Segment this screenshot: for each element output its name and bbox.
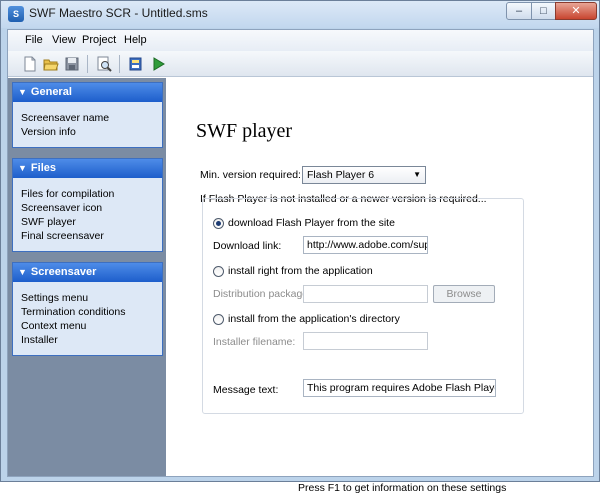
client-area: File View Project Help ▼ General Screens… (7, 29, 594, 494)
message-text-field[interactable]: This program requires Adobe Flash Player… (303, 379, 496, 397)
task-pane: ▼ General Screensaver name Version info ▼… (8, 78, 166, 476)
toolbar (8, 51, 593, 77)
menu-view[interactable]: View (52, 34, 76, 46)
status-text: Press F1 to get information on these set… (298, 482, 507, 494)
title-bar[interactable]: S SWF Maestro SCR - Untitled.sms – □ ✕ (1, 1, 599, 28)
collapse-icon: ▼ (18, 267, 27, 277)
toolbar-separator (119, 55, 120, 73)
sidebar-item-installer[interactable]: Installer (21, 334, 58, 346)
chevron-down-icon: ▼ (413, 170, 421, 179)
min-version-value: Flash Player 6 (307, 169, 375, 181)
min-version-select[interactable]: Flash Player 6 ▼ (302, 166, 426, 184)
menu-bar: File View Project Help (8, 30, 593, 51)
collapse-icon: ▼ (18, 163, 27, 173)
message-text-label: Message text: (213, 384, 279, 396)
download-radio[interactable] (213, 218, 224, 229)
run-icon[interactable] (150, 56, 166, 72)
page-title: SWF player (196, 120, 293, 142)
sidebar-item-files-for-compilation[interactable]: Files for compilation (21, 188, 114, 200)
app-icon: S (8, 6, 24, 22)
install-right-radio[interactable] (213, 266, 224, 277)
close-button[interactable]: ✕ (555, 2, 597, 20)
min-version-label: Min. version required: (200, 169, 301, 181)
sidebar-item-final-screensaver[interactable]: Final screensaver (21, 230, 104, 242)
menu-file[interactable]: File (25, 34, 43, 46)
download-link-field[interactable]: http://www.adobe.com/supp (303, 236, 428, 254)
sidebar-item-swf-player[interactable]: SWF player (21, 216, 76, 228)
app-window: S SWF Maestro SCR - Untitled.sms – □ ✕ F… (0, 0, 600, 494)
collapse-icon: ▼ (18, 87, 27, 97)
window-title: SWF Maestro SCR - Untitled.sms (29, 6, 208, 20)
new-file-icon[interactable] (22, 56, 38, 72)
sidebar-item-settings-menu[interactable]: Settings menu (21, 292, 88, 304)
build-icon[interactable] (128, 56, 144, 72)
group-files-header[interactable]: ▼ Files (13, 159, 162, 178)
toolbar-separator (87, 55, 88, 73)
download-link-label: Download link: (213, 240, 282, 252)
group-title: General (30, 86, 72, 98)
sidebar-item-context-menu[interactable]: Context menu (21, 320, 86, 332)
save-icon[interactable] (64, 56, 80, 72)
install-right-label[interactable]: install right from the application (228, 265, 373, 277)
group-screensaver: ▼ Screensaver Settings menu Termination c… (12, 262, 163, 356)
distribution-package-field[interactable] (303, 285, 428, 303)
distribution-package-label: Distribution package: (213, 288, 312, 300)
browse-button[interactable]: Browse (433, 285, 495, 303)
installer-filename-label: Installer filename: (213, 336, 296, 348)
settings-panel: SWF player Min. version required: Flash … (166, 78, 593, 494)
group-title: Screensaver (30, 266, 97, 278)
installer-filename-field[interactable] (303, 332, 428, 350)
open-folder-icon[interactable] (43, 56, 59, 72)
sidebar-item-version-info[interactable]: Version info (21, 126, 76, 138)
sidebar-item-termination-conditions[interactable]: Termination conditions (21, 306, 125, 318)
group-title: Files (30, 162, 56, 174)
install-dir-label[interactable]: install from the application's directory (228, 313, 400, 325)
menu-help[interactable]: Help (124, 34, 147, 46)
sidebar-item-screensaver-icon[interactable]: Screensaver icon (21, 202, 102, 214)
group-screensaver-header[interactable]: ▼ Screensaver (13, 263, 162, 282)
preview-icon[interactable] (96, 56, 112, 72)
install-dir-radio[interactable] (213, 314, 224, 325)
group-files: ▼ Files Files for compilation Screensaver… (12, 158, 163, 252)
group-general-header[interactable]: ▼ General (13, 83, 162, 102)
menu-project[interactable]: Project (82, 34, 116, 46)
minimize-button[interactable]: – (506, 2, 532, 20)
maximize-button[interactable]: □ (531, 2, 556, 20)
download-option-label[interactable]: download Flash Player from the site (228, 217, 395, 229)
sidebar-item-screensaver-name[interactable]: Screensaver name (21, 112, 109, 124)
group-general: ▼ General Screensaver name Version info (12, 82, 163, 148)
